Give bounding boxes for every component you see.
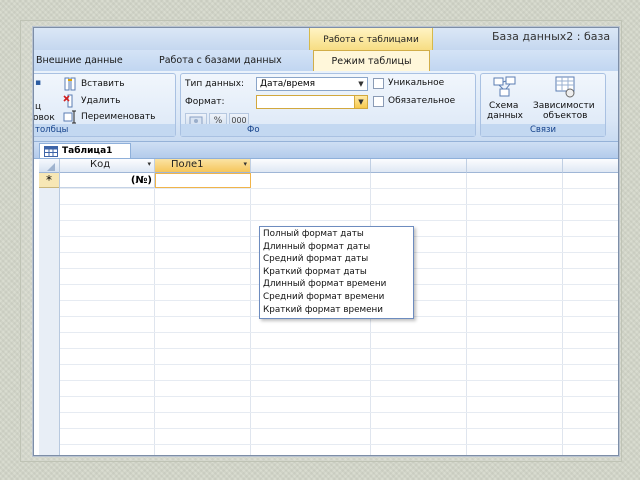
document-tab-title: Таблица1 xyxy=(62,146,113,156)
new-record-marker[interactable]: * xyxy=(39,173,59,188)
contextual-tab-header: Работа с таблицами xyxy=(309,28,433,50)
ribbon: ▪ ц овок Вставить Удалить Переименовать … xyxy=(34,71,618,142)
format-option[interactable]: Средний формат даты xyxy=(260,253,413,266)
format-option[interactable]: Средний формат времени xyxy=(260,291,413,304)
relationships-group: Схема данных Зависимости объектов Связи xyxy=(480,73,606,137)
delete-column-button[interactable]: Удалить xyxy=(63,94,173,108)
insert-icon: ▪ xyxy=(35,78,42,88)
tab-datasheet[interactable]: Режим таблицы xyxy=(313,50,430,72)
object-dependencies-icon xyxy=(555,76,575,98)
column-header-field1[interactable]: Поле1 ▾ xyxy=(155,159,251,173)
document-tab-table1[interactable]: Таблица1 xyxy=(39,143,131,158)
object-dependencies-label-line2: объектов xyxy=(543,111,588,121)
ribbon-tab-row: Внешние данные Работа с базами данных Ре… xyxy=(34,50,618,72)
grid-hline xyxy=(60,380,618,381)
object-dependencies-label-line1: Зависимости xyxy=(533,101,595,111)
insert-column-button[interactable]: Вставить xyxy=(63,77,173,91)
format-dropdown-list[interactable]: Полный формат даты Длинный формат даты Сре… xyxy=(259,226,414,319)
format-chevron-down-icon[interactable]: ▼ xyxy=(354,96,367,108)
required-checkbox[interactable] xyxy=(373,96,384,107)
tab-database-tools[interactable]: Работа с базами данных xyxy=(159,50,282,71)
format-select[interactable]: ▼ xyxy=(256,95,368,109)
rename-column-icon xyxy=(63,110,76,124)
column-header-field1-label: Поле1 xyxy=(171,159,204,170)
datatype-select[interactable]: Дата/время ▼ xyxy=(256,77,368,91)
record-selector-column: * xyxy=(39,159,60,455)
new-record-id-cell[interactable]: (№) xyxy=(60,173,155,188)
column-header-blank xyxy=(371,159,467,173)
column-id-chevron-down-icon[interactable]: ▾ xyxy=(147,160,151,168)
select-all-icon xyxy=(47,163,55,171)
object-dependencies-button[interactable]: Зависимости объектов xyxy=(531,76,603,124)
document-tab-bar: Таблица1 xyxy=(34,142,618,159)
relationships-icon xyxy=(493,76,516,97)
relationships-label-line2: данных xyxy=(487,111,523,121)
column-header-id[interactable]: Код ▾ xyxy=(60,159,155,173)
grid-hline xyxy=(60,204,618,205)
grid-hline xyxy=(60,220,618,221)
column-header-add-new[interactable] xyxy=(251,159,371,173)
table-icon xyxy=(44,146,58,157)
format-option[interactable]: Длинный формат даты xyxy=(260,241,413,254)
new-record-field1-cell[interactable] xyxy=(155,173,251,188)
column-header-blank xyxy=(563,159,618,173)
column-header-id-label: Код xyxy=(90,159,111,170)
format-option[interactable]: Краткий формат даты xyxy=(260,266,413,279)
datatype-value: Дата/время xyxy=(260,79,316,89)
insert-column-icon xyxy=(64,77,76,91)
format-option[interactable]: Краткий формат времени xyxy=(260,304,413,317)
unique-label: Уникальное xyxy=(388,78,445,88)
rename-column-label: Переименовать xyxy=(81,112,156,122)
document-area: Таблица1 * Код ▾ Поле1 ▾ (№) Полный форм… xyxy=(34,142,618,455)
format-option[interactable]: Полный формат даты xyxy=(260,228,413,241)
datatype-label: Тип данных: xyxy=(185,79,245,89)
format-option[interactable]: Длинный формат времени xyxy=(260,278,413,291)
fields-columns-group: ▪ ц овок Вставить Удалить Переименовать … xyxy=(33,73,176,137)
app-title: База данных2 : база xyxy=(492,30,611,43)
select-all-corner[interactable] xyxy=(39,159,59,173)
relationships-button[interactable]: Схема данных xyxy=(485,76,525,124)
left-partial-label-1: ц xyxy=(35,102,42,112)
delete-column-icon xyxy=(63,94,73,108)
format-label: Формат: xyxy=(185,97,225,107)
grid-hline xyxy=(60,364,618,365)
tab-external-data[interactable]: Внешние данные xyxy=(36,50,123,71)
left-partial-label-2: овок xyxy=(33,113,55,123)
title-bar: Работа с таблицами База данных2 : база xyxy=(34,28,618,50)
grid-hline xyxy=(60,188,618,189)
grid-hline xyxy=(60,444,618,445)
relationships-label-line1: Схема xyxy=(489,101,519,111)
grid-hline xyxy=(60,412,618,413)
relationships-group-label: Связи xyxy=(481,124,605,136)
column-field1-chevron-down-icon[interactable]: ▾ xyxy=(243,160,247,168)
grid-hline xyxy=(60,396,618,397)
insert-column-label: Вставить xyxy=(81,79,125,89)
access-window: Работа с таблицами База данных2 : база В… xyxy=(33,27,619,456)
required-label: Обязательное xyxy=(388,96,456,106)
column-header-blank xyxy=(467,159,563,173)
datatype-format-group: Тип данных: Дата/время ▼ Формат: ▼ % 000… xyxy=(180,73,476,137)
grid-hline xyxy=(60,428,618,429)
fields-columns-group-label: толбцы xyxy=(34,124,175,136)
grid-hline xyxy=(60,332,618,333)
unique-checkbox[interactable] xyxy=(373,78,384,89)
datatype-chevron-down-icon[interactable]: ▼ xyxy=(355,78,367,90)
grid-hline xyxy=(60,348,618,349)
delete-column-label: Удалить xyxy=(81,96,121,106)
rename-column-button[interactable]: Переименовать xyxy=(63,110,173,124)
datatype-format-group-label: Фо xyxy=(181,124,475,136)
